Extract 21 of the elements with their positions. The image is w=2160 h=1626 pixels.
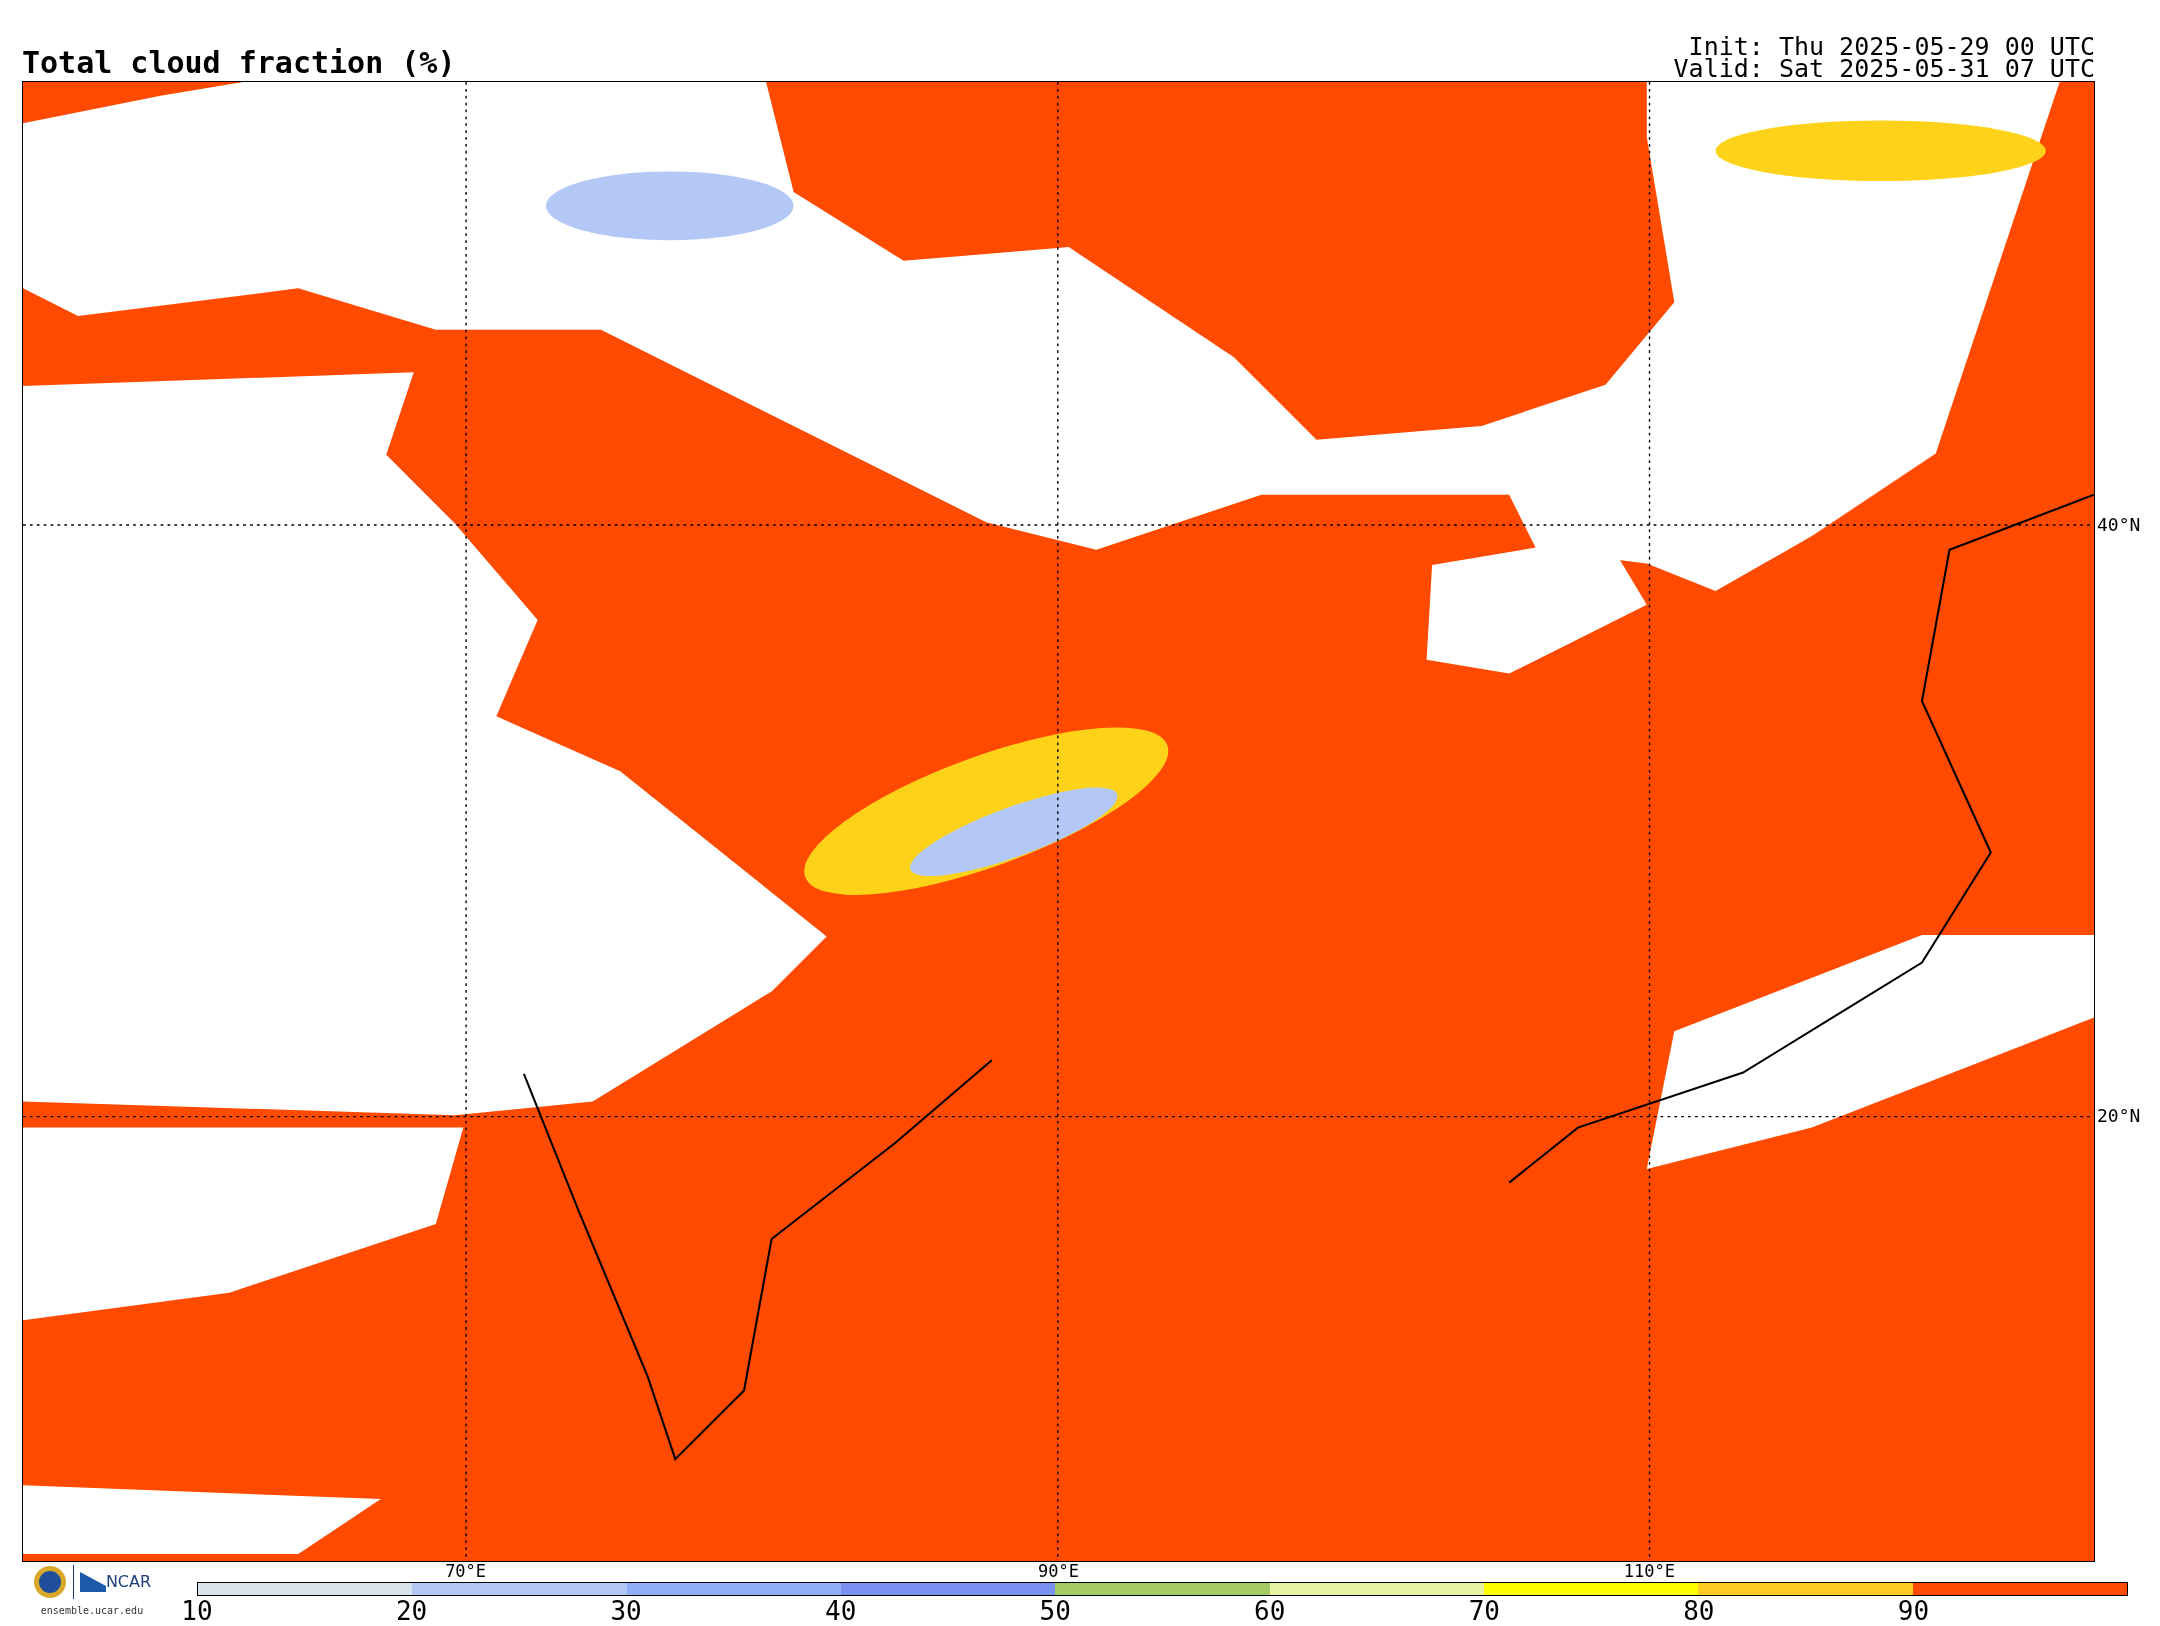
colorbar-label: 50: [1039, 1598, 1071, 1624]
ncar-logo-icon: [79, 1572, 106, 1592]
plot-title: Total cloud fraction (%): [22, 48, 456, 81]
colorbar-label: 80: [1683, 1598, 1715, 1624]
valid-time: Valid: Sat 2025-05-31 07 UTC: [1673, 58, 2095, 80]
site-url: ensemble.ucar.edu: [40, 1604, 144, 1618]
longitude-label: 110°E: [1623, 1563, 1675, 1580]
colorbar-label: 10: [181, 1598, 213, 1624]
latitude-label: 40°N: [2097, 516, 2141, 535]
longitude-label: 70°E: [445, 1563, 487, 1580]
colorbar-label: 40: [825, 1598, 857, 1624]
colorbar-label: 60: [1254, 1598, 1286, 1624]
logo-text: NCAR: [105, 1571, 152, 1593]
latitude-label: 20°N: [2097, 1107, 2141, 1126]
colorbar-label: 70: [1468, 1598, 1500, 1624]
longitude-label: 90°E: [1038, 1563, 1079, 1580]
init-time: Init: Thu 2025-05-29 00 UTC: [1688, 36, 2095, 58]
nsf-logo-icon: [32, 1565, 67, 1599]
colorbar-label: 30: [610, 1598, 642, 1624]
colorbar-label: 90: [1897, 1598, 1930, 1624]
colorbar-label: 20: [395, 1598, 428, 1624]
